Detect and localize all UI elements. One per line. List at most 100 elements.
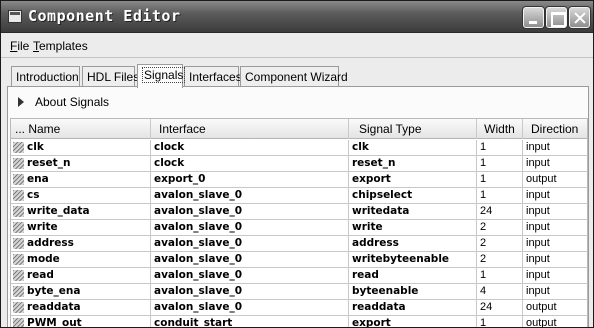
interface-cell[interactable]: avalon_slave_0 [151,268,349,283]
row-grip-icon[interactable] [13,158,24,169]
signal-type-cell[interactable]: write [349,220,477,235]
signal-name-cell[interactable]: mode [11,252,151,267]
table-row[interactable]: ena export_0 export 1 output [11,172,587,188]
direction-cell[interactable]: output [523,300,587,315]
signal-name-cell[interactable]: PWM_out [11,316,151,327]
width-cell[interactable]: 24 [477,300,523,315]
signal-type-cell[interactable]: export [349,172,477,187]
direction-cell[interactable]: input [523,268,587,283]
direction-cell[interactable]: output [523,172,587,187]
maximize-button[interactable] [546,7,567,28]
expand-arrow-icon[interactable] [18,97,24,107]
width-cell[interactable]: 2 [477,220,523,235]
signal-name-cell[interactable]: reset_n [11,156,151,171]
direction-cell[interactable]: input [523,220,587,235]
width-cell[interactable]: 4 [477,284,523,299]
interface-cell[interactable]: avalon_slave_0 [151,204,349,219]
signal-name-cell[interactable]: ena [11,172,151,187]
direction-cell[interactable]: input [523,204,587,219]
signal-type-cell[interactable]: clk [349,140,477,155]
signal-name-cell[interactable]: readdata [11,300,151,315]
interface-cell[interactable]: clock [151,156,349,171]
width-cell[interactable]: 24 [477,204,523,219]
row-grip-icon[interactable] [13,238,24,249]
column-header-name[interactable]: ... Name [11,119,151,139]
width-cell[interactable]: 2 [477,252,523,267]
signal-name-cell[interactable]: address [11,236,151,251]
signal-type-cell[interactable]: address [349,236,477,251]
row-grip-icon[interactable] [13,286,24,297]
interface-cell[interactable]: conduit_start [151,316,349,327]
signal-type-cell[interactable]: writedata [349,204,477,219]
width-cell[interactable]: 1 [477,156,523,171]
direction-cell[interactable]: input [523,236,587,251]
tab-signals[interactable]: Signals [137,64,186,88]
direction-cell[interactable]: input [523,252,587,267]
signal-name-cell[interactable]: cs [11,188,151,203]
table-row[interactable]: cs avalon_slave_0 chipselect 1 input [11,188,587,204]
width-cell[interactable]: 2 [477,236,523,251]
row-grip-icon[interactable] [13,142,24,153]
table-row[interactable]: byte_ena avalon_slave_0 byteenable 4 input [11,284,587,300]
interface-cell[interactable]: avalon_slave_0 [151,300,349,315]
interface-cell[interactable]: avalon_slave_0 [151,188,349,203]
tab-component-wizard[interactable]: Component Wizard [240,66,348,87]
column-header-direction[interactable]: Direction [523,119,587,139]
interface-cell[interactable]: avalon_slave_0 [151,220,349,235]
table-row[interactable]: reset_n clock reset_n 1 input [11,156,587,172]
table-row[interactable]: readdata avalon_slave_0 readdata 24 output [11,300,587,316]
row-grip-icon[interactable] [13,174,24,185]
signal-name-cell[interactable]: write [11,220,151,235]
row-grip-icon[interactable] [13,222,24,233]
tab-hdl-files[interactable]: HDL Files [82,66,139,87]
signal-name-cell[interactable]: byte_ena [11,284,151,299]
column-header-width[interactable]: Width [477,119,523,139]
menu-templates[interactable]: Templates [33,39,88,53]
signal-name-cell[interactable]: read [11,268,151,283]
signal-type-cell[interactable]: writebyteenable [349,252,477,267]
width-cell[interactable]: 1 [477,140,523,155]
width-cell[interactable]: 1 [477,268,523,283]
signal-type-cell[interactable]: readdata [349,300,477,315]
table-row[interactable]: clk clock clk 1 input [11,140,587,156]
close-button[interactable] [569,7,590,28]
table-row[interactable]: read avalon_slave_0 read 1 input [11,268,587,284]
row-grip-icon[interactable] [13,190,24,201]
tab-interfaces[interactable]: Interfaces [184,66,242,87]
app-icon[interactable] [8,10,22,23]
signal-name-cell[interactable]: write_data [11,204,151,219]
signal-type-cell[interactable]: chipselect [349,188,477,203]
row-grip-icon[interactable] [13,318,24,327]
direction-cell[interactable]: input [523,156,587,171]
width-cell[interactable]: 1 [477,172,523,187]
table-row[interactable]: mode avalon_slave_0 writebyteenable 2 input [11,252,587,268]
interface-cell[interactable]: clock [151,140,349,155]
interface-cell[interactable]: avalon_slave_0 [151,236,349,251]
width-cell[interactable]: 1 [477,188,523,203]
width-cell[interactable]: 1 [477,316,523,327]
table-row[interactable]: write avalon_slave_0 write 2 input [11,220,587,236]
interface-cell[interactable]: avalon_slave_0 [151,284,349,299]
signal-type-cell[interactable]: byteenable [349,284,477,299]
about-signals-toggle[interactable]: About Signals [8,87,588,117]
row-grip-icon[interactable] [13,302,24,313]
minimize-button[interactable] [523,7,544,28]
column-header-signal-type[interactable]: Signal Type [349,119,477,139]
signal-type-cell[interactable]: export [349,316,477,327]
table-row[interactable]: write_data avalon_slave_0 writedata 24 input [11,204,587,220]
table-row[interactable]: address avalon_slave_0 address 2 input [11,236,587,252]
interface-cell[interactable]: avalon_slave_0 [151,252,349,267]
tab-introduction[interactable]: Introduction [11,66,80,87]
signal-name-cell[interactable]: clk [11,140,151,155]
direction-cell[interactable]: input [523,188,587,203]
signal-type-cell[interactable]: read [349,268,477,283]
row-grip-icon[interactable] [13,254,24,265]
column-header-interface[interactable]: Interface [151,119,349,139]
direction-cell[interactable]: input [523,140,587,155]
table-row[interactable]: PWM_out conduit_start export 1 output [11,316,587,327]
signal-type-cell[interactable]: reset_n [349,156,477,171]
row-grip-icon[interactable] [13,206,24,217]
row-grip-icon[interactable] [13,270,24,281]
interface-cell[interactable]: export_0 [151,172,349,187]
direction-cell[interactable]: input [523,284,587,299]
